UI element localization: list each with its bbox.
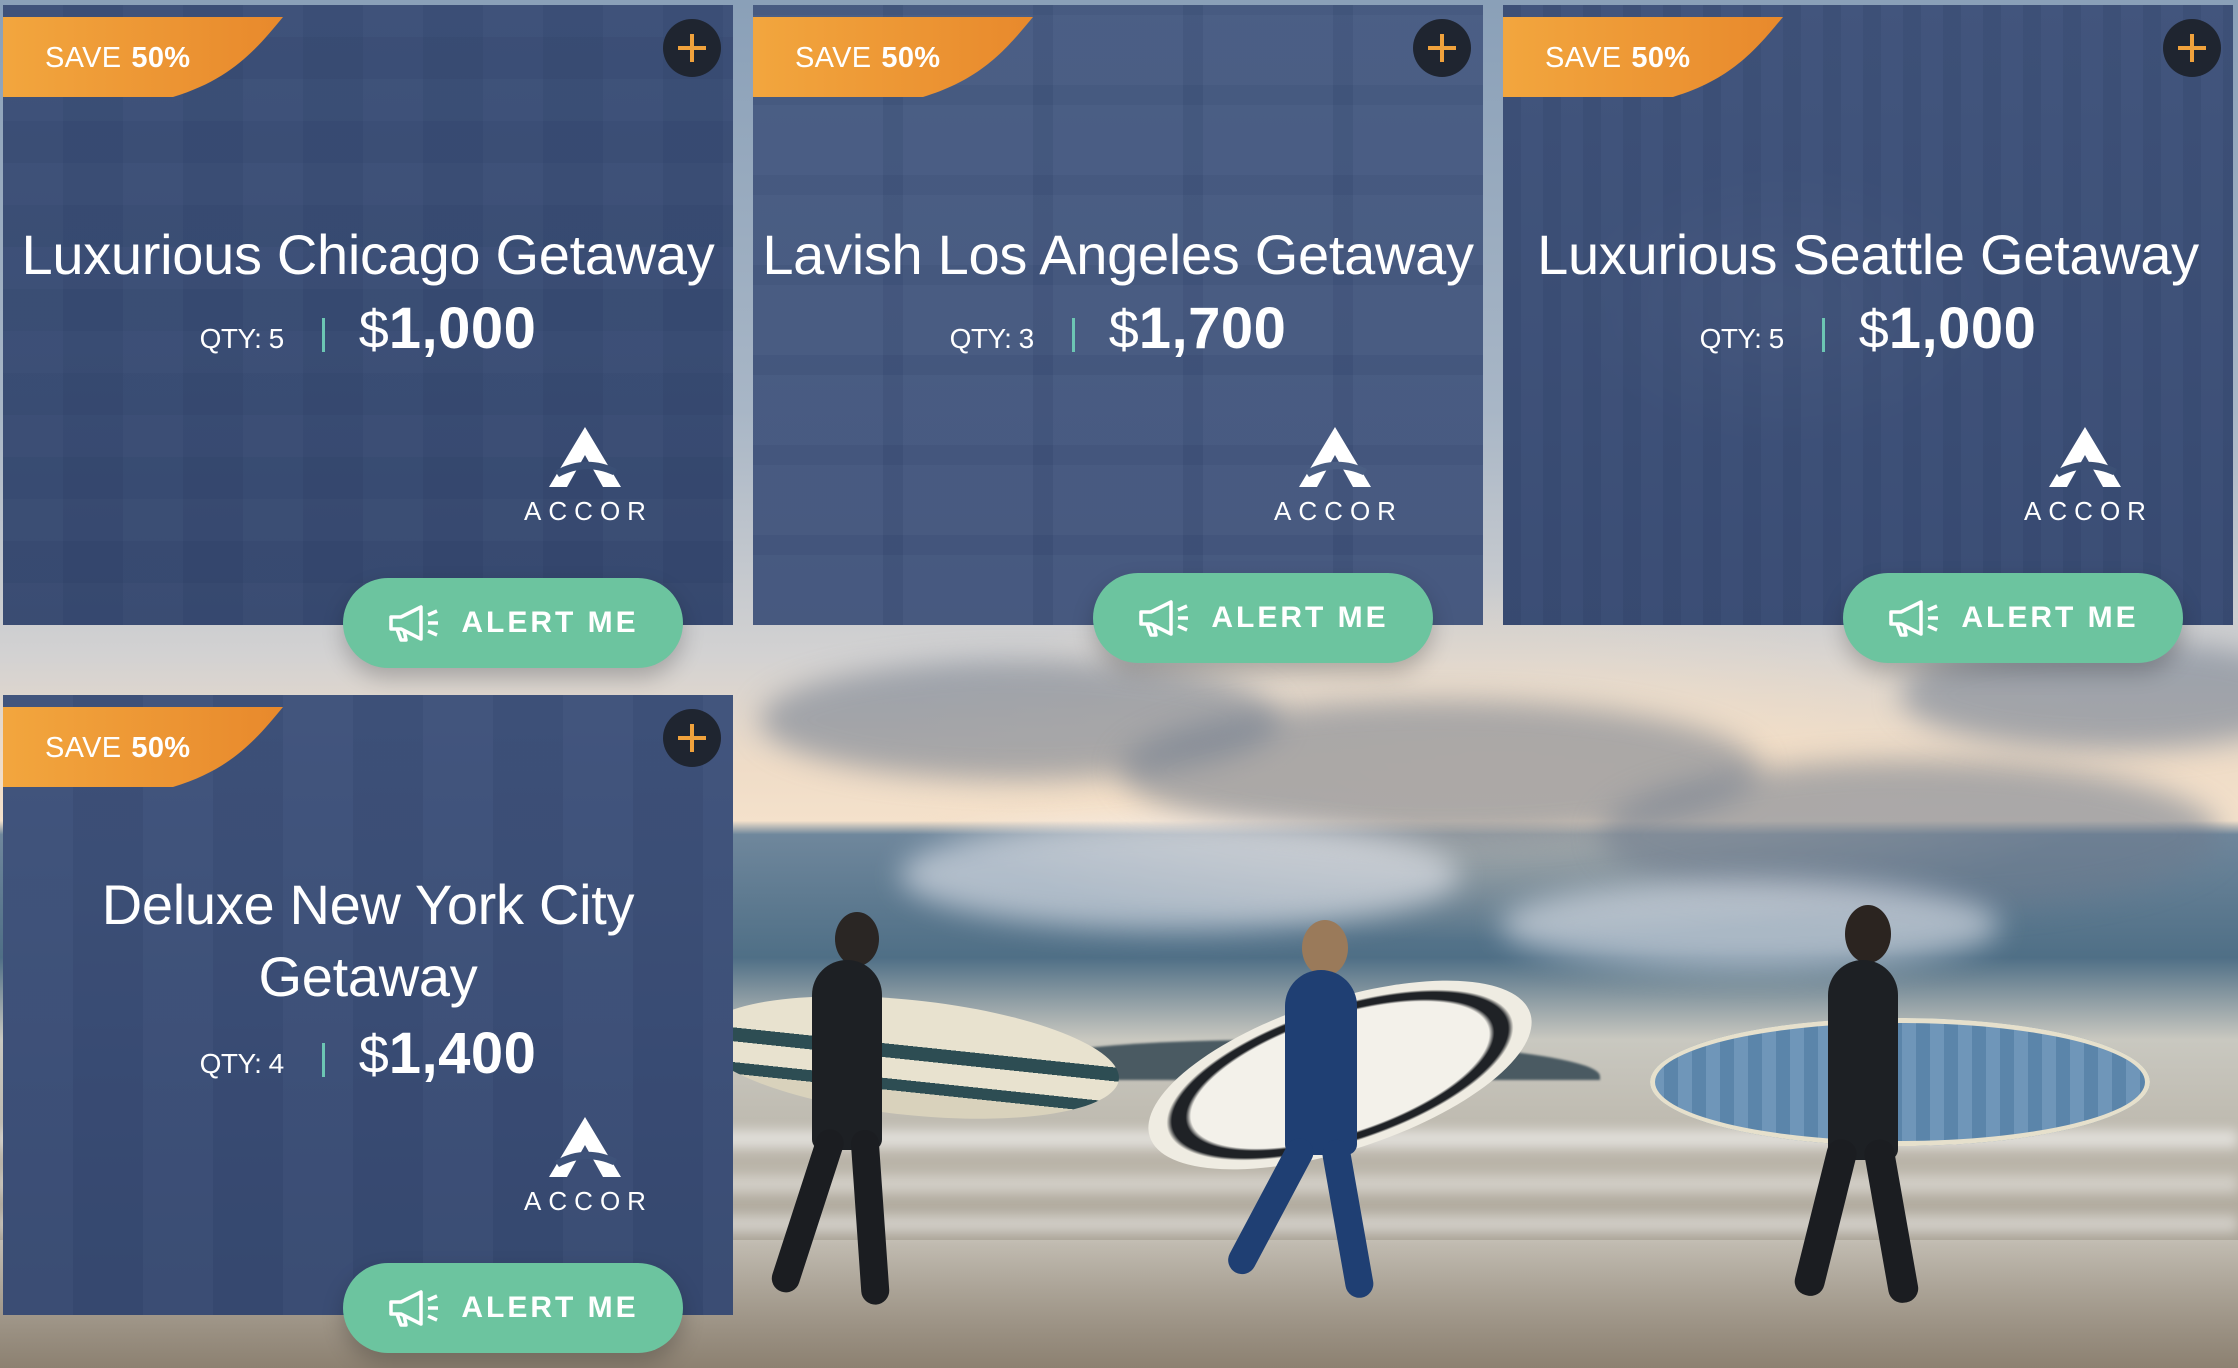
save-badge: SAVE 50% xyxy=(3,17,293,99)
price-value: 1,000 xyxy=(1888,296,2037,361)
brand-logo: ACCOR xyxy=(505,425,665,527)
listing-card-chicago[interactable]: SAVE 50% Luxurious Chicago Getaway QTY: … xyxy=(3,5,733,668)
plus-icon xyxy=(1428,34,1456,62)
badge-prefix: SAVE xyxy=(45,731,122,764)
alert-me-label: ALERT ME xyxy=(461,1291,639,1324)
badge-value: 50% xyxy=(1631,41,1691,74)
quantity-label: QTY: 4 xyxy=(199,1048,285,1079)
separator xyxy=(321,1043,325,1077)
separator xyxy=(321,318,325,352)
quantity-label: QTY: 3 xyxy=(949,323,1035,354)
save-badge: SAVE 50% xyxy=(3,707,293,789)
listing-title-line2: Getaway xyxy=(258,945,478,1008)
megaphone-icon xyxy=(1889,600,1939,637)
currency-symbol: $ xyxy=(358,300,389,360)
brand-name: ACCOR xyxy=(1274,496,1403,526)
badge-prefix: SAVE xyxy=(795,41,872,74)
quantity-label: QTY: 5 xyxy=(1699,323,1785,354)
price-value: 1,000 xyxy=(388,296,537,361)
alert-me-label: ALERT ME xyxy=(1211,601,1389,634)
brand-name: ACCOR xyxy=(2024,496,2153,526)
accor-logo-icon xyxy=(549,427,621,487)
currency-symbol: $ xyxy=(1108,300,1139,360)
listing-title: Lavish Los Angeles Getaway xyxy=(762,223,1474,286)
plus-icon xyxy=(2178,34,2206,62)
badge-prefix: SAVE xyxy=(1545,41,1622,74)
brand-logo: ACCOR xyxy=(2005,425,2165,527)
badge-value: 50% xyxy=(881,41,941,74)
separator xyxy=(1821,318,1825,352)
save-badge: SAVE 50% xyxy=(753,17,1043,99)
badge-value: 50% xyxy=(131,41,191,74)
megaphone-icon xyxy=(389,605,439,642)
listing-title: Luxurious Seattle Getaway xyxy=(1537,223,2199,286)
listing-card-new-york[interactable]: SAVE 50% Deluxe New York City Getaway QT… xyxy=(3,695,733,1353)
accor-logo-icon xyxy=(2049,427,2121,487)
listing-title-line1: Deluxe New York City xyxy=(101,873,635,936)
brand-logo: ACCOR xyxy=(505,1115,665,1217)
alert-me-label: ALERT ME xyxy=(1961,601,2139,634)
price-row: QTY: 4 $ 1,400 xyxy=(3,1020,733,1087)
currency-symbol: $ xyxy=(358,1025,389,1085)
listing-title: Deluxe New York City Getaway xyxy=(3,869,733,1013)
plus-icon xyxy=(678,34,706,62)
price-value: 1,400 xyxy=(388,1021,537,1086)
badge-value: 50% xyxy=(131,731,191,764)
price-row: QTY: 3 $ 1,700 xyxy=(753,295,1483,362)
listing-card-los-angeles[interactable]: SAVE 50% Lavish Los Angeles Getaway QTY:… xyxy=(753,5,1483,663)
add-button[interactable] xyxy=(2163,19,2221,77)
alert-me-button[interactable]: ALERT ME xyxy=(343,1263,683,1353)
brand-name: ACCOR xyxy=(524,496,653,526)
brand-name: ACCOR xyxy=(524,1186,653,1216)
badge-prefix: SAVE xyxy=(45,41,122,74)
accor-logo-icon xyxy=(549,1117,621,1177)
alert-me-label: ALERT ME xyxy=(461,606,639,639)
save-badge: SAVE 50% xyxy=(1503,17,1793,99)
add-button[interactable] xyxy=(663,709,721,767)
brand-logo: ACCOR xyxy=(1255,425,1415,527)
alert-me-button[interactable]: ALERT ME xyxy=(1843,573,2183,663)
separator xyxy=(1071,318,1075,352)
price-value: 1,700 xyxy=(1138,296,1287,361)
listing-card-seattle[interactable]: SAVE 50% Luxurious Seattle Getaway QTY: … xyxy=(1503,5,2233,663)
quantity-label: QTY: 5 xyxy=(199,323,285,354)
plus-icon xyxy=(678,724,706,752)
currency-symbol: $ xyxy=(1858,300,1889,360)
price-row: QTY: 5 $ 1,000 xyxy=(3,295,733,362)
alert-me-button[interactable]: ALERT ME xyxy=(343,578,683,668)
add-button[interactable] xyxy=(1413,19,1471,77)
price-row: QTY: 5 $ 1,000 xyxy=(1503,295,2233,362)
add-button[interactable] xyxy=(663,19,721,77)
accor-logo-icon xyxy=(1299,427,1371,487)
megaphone-icon xyxy=(1139,600,1189,637)
listing-title: Luxurious Chicago Getaway xyxy=(21,223,715,286)
megaphone-icon xyxy=(389,1290,439,1327)
alert-me-button[interactable]: ALERT ME xyxy=(1093,573,1433,663)
